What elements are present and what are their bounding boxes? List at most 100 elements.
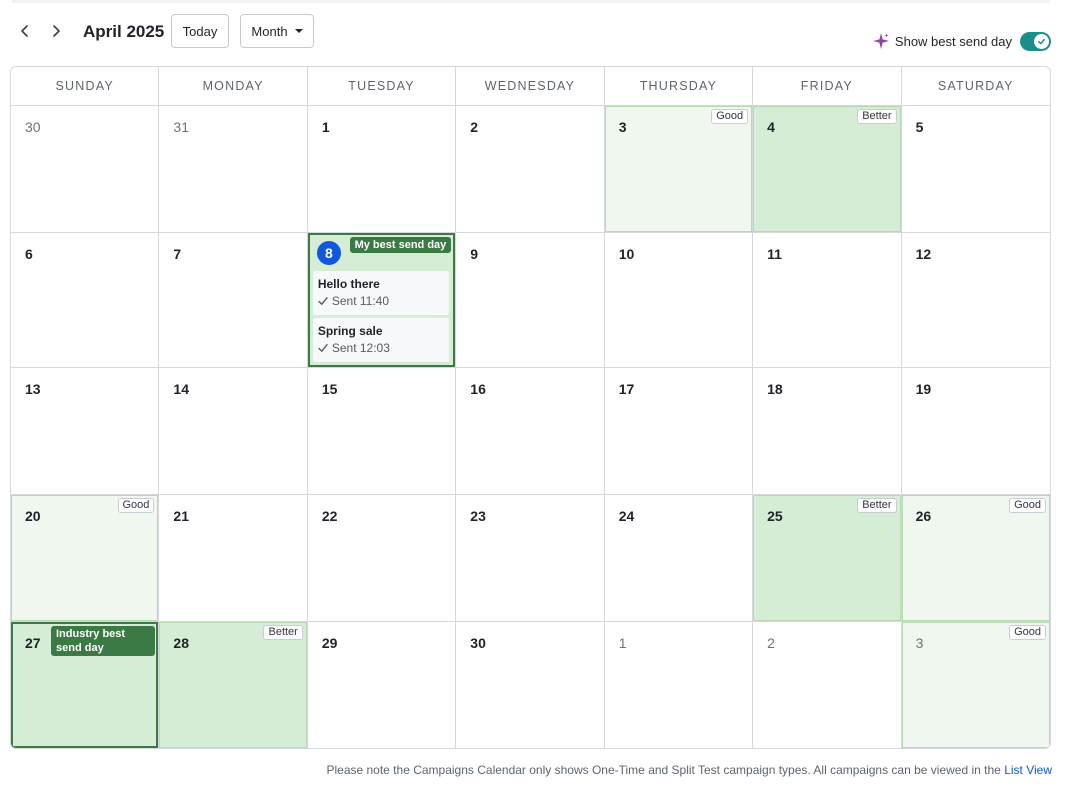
view-select[interactable]: Month [240, 14, 314, 48]
day-cell[interactable]: 14 [159, 368, 308, 495]
day-number: 6 [25, 246, 33, 262]
best-send-day-control: Show best send day [872, 30, 1051, 52]
day-number: 18 [767, 381, 783, 397]
day-number: 2 [767, 635, 775, 651]
day-number: 24 [618, 508, 635, 524]
month-calendar: SUNDAY MONDAY TUESDAY WEDNESDAY THURSDAY… [10, 66, 1051, 749]
check-icon [318, 344, 328, 352]
day-cell[interactable]: 23 [456, 495, 605, 622]
best-send-day-toggle[interactable] [1020, 31, 1051, 51]
day-cell[interactable]: 16 [456, 368, 605, 495]
weekday-header: SUNDAY [11, 67, 160, 105]
day-cell[interactable]: 5 [901, 106, 1050, 233]
day-cell[interactable]: 17 [604, 368, 754, 495]
day-cell[interactable]: 27 Industry best send day [11, 622, 160, 748]
footer-note-text: Please note the Campaigns Calendar only … [326, 763, 1005, 777]
day-cell[interactable]: 26 Good [901, 495, 1050, 622]
weekday-header: SATURDAY [937, 79, 1014, 93]
chevron-right-icon [53, 25, 60, 37]
day-cell[interactable]: 21 [159, 495, 308, 622]
day-number: 21 [173, 508, 189, 524]
day-cell[interactable]: 10 [604, 233, 754, 368]
day-cell[interactable]: 30 [456, 622, 605, 748]
day-cell[interactable]: 29 [307, 622, 457, 748]
campaign-item[interactable]: Hello there Sent 11:40 [312, 271, 450, 315]
campaign-item[interactable]: Spring sale Sent 12:03 [312, 318, 450, 362]
day-number: 26 [915, 508, 932, 524]
day-cell[interactable]: 3 Good [901, 622, 1050, 748]
day-cell[interactable]: 24 [604, 495, 754, 622]
better-tag: Better [857, 109, 897, 124]
day-cell-today[interactable]: 8 My best send day Hello there Sent 11:4… [307, 233, 457, 368]
day-number: 1 [321, 119, 330, 135]
next-month-button[interactable] [43, 18, 69, 44]
day-cell[interactable]: 6 [11, 233, 160, 368]
sparkle-icon [872, 33, 889, 49]
day-cell[interactable]: 25 Better [753, 495, 902, 622]
today-button[interactable]: Today [171, 14, 229, 48]
previous-month-button[interactable] [12, 18, 38, 44]
campaign-title: Hello there [317, 277, 380, 291]
day-number: 16 [470, 381, 486, 397]
day-number: 20 [25, 508, 41, 524]
footer-note: Please note the Campaigns Calendar only … [326, 763, 1052, 777]
day-cell[interactable]: 9 [456, 233, 605, 368]
weekday-header: MONDAY [159, 67, 308, 105]
day-cell[interactable]: 2 [753, 622, 902, 748]
day-number: 5 [915, 119, 924, 135]
better-tag: Better [263, 625, 303, 640]
view-select-value: Month [251, 23, 288, 39]
day-cell[interactable]: 1 [307, 106, 457, 233]
weekday-header: FRIDAY [753, 67, 902, 105]
day-number: 13 [25, 381, 41, 397]
day-cell[interactable]: 18 [753, 368, 902, 495]
day-cell[interactable]: 20 Good [11, 495, 160, 622]
today-day-number: 8 [316, 241, 341, 265]
good-tag: Good [711, 109, 749, 124]
day-cell[interactable]: 30 [11, 106, 160, 233]
day-number: 14 [173, 381, 189, 397]
day-cell[interactable]: 11 [753, 233, 902, 368]
toggle-knob [1034, 33, 1049, 49]
day-number: 19 [915, 381, 932, 397]
day-number: 4 [767, 119, 775, 135]
chevron-left-icon [21, 25, 28, 37]
day-cell[interactable]: 22 [307, 495, 457, 622]
day-number: 7 [173, 246, 182, 262]
day-cell[interactable]: 7 [159, 233, 308, 368]
day-number: 27 [25, 635, 41, 651]
day-number: 17 [618, 381, 635, 397]
industry-best-send-day-badge: Industry best send day [51, 626, 155, 656]
month-title: April 2025 [83, 22, 165, 41]
day-cell[interactable]: 31 [159, 106, 308, 233]
day-number: 15 [321, 381, 338, 397]
list-view-link[interactable]: List View [1004, 763, 1052, 777]
day-cell[interactable]: 2 [456, 106, 605, 233]
day-cell[interactable]: 28 Better [159, 622, 308, 748]
weekday-header: WEDNESDAY [456, 67, 605, 105]
check-icon [1038, 38, 1045, 44]
calendar-grid: 30 31 1 2 3 Good 4 Better 5 6 7 8 My best … [11, 106, 1050, 748]
campaign-status: Sent 12:03 [318, 341, 444, 355]
day-cell[interactable]: 15 [307, 368, 457, 495]
best-send-day-label: Show best send day [894, 33, 1012, 49]
day-number: 28 [173, 635, 189, 651]
day-number: 2 [470, 119, 479, 135]
campaign-title: Spring sale [317, 324, 383, 338]
day-number: 10 [618, 246, 635, 262]
day-number: 3 [618, 119, 627, 135]
top-divider [12, 0, 1050, 3]
day-cell[interactable]: 13 [11, 368, 160, 495]
day-cell[interactable]: 3 Good [604, 106, 754, 233]
weekday-header: TUESDAY [308, 67, 457, 105]
day-cell[interactable]: 1 [604, 622, 754, 748]
good-tag: Good [1009, 625, 1046, 640]
my-best-send-day-badge: My best send day [349, 237, 452, 253]
day-cell[interactable]: 19 [901, 368, 1050, 495]
better-tag: Better [857, 498, 897, 513]
day-number: 12 [915, 246, 932, 262]
day-number: 22 [321, 508, 338, 524]
campaign-status: Sent 11:40 [318, 294, 444, 308]
day-cell[interactable]: 4 Better [753, 106, 902, 233]
day-cell[interactable]: 12 [901, 233, 1050, 368]
